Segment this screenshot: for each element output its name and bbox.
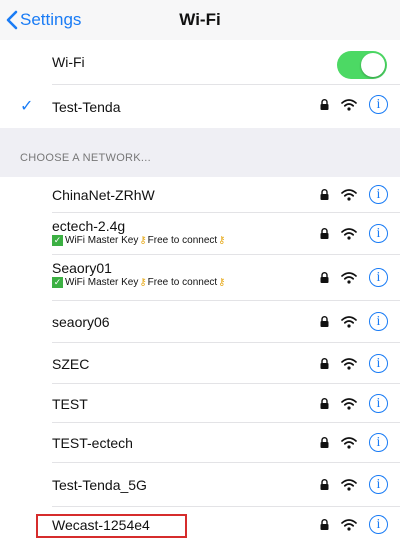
key-icon: ⚷	[139, 277, 147, 288]
lock-icon	[320, 519, 329, 530]
network-row[interactable]: Test-Tenda_5G i	[0, 463, 400, 507]
wifi-signal-icon	[341, 397, 357, 410]
checkmark-icon: ✓	[20, 98, 34, 115]
network-row[interactable]: Seaory01 ✓ WiFi Master Key ⚷ Free to connect…	[0, 255, 400, 301]
subtitle-text: Free to connect	[147, 277, 218, 288]
wifi-signal-icon	[341, 436, 357, 449]
wifi-toggle-switch[interactable]	[337, 51, 387, 79]
toggle-knob	[361, 53, 385, 77]
network-row[interactable]: TEST-ectech i	[0, 423, 400, 463]
network-name: Test-Tenda	[52, 99, 121, 115]
info-icon[interactable]: i	[369, 394, 388, 413]
wifi-signal-icon	[341, 518, 357, 531]
highlight-box	[36, 514, 187, 538]
lock-icon	[320, 358, 329, 369]
lock-icon	[320, 437, 329, 448]
info-icon[interactable]: i	[369, 224, 388, 243]
key-icon: ⚷	[218, 277, 226, 288]
network-name: ectech-2.4g	[52, 218, 126, 234]
wifi-signal-icon	[341, 271, 357, 284]
network-name: ChinaNet-ZRhW	[52, 187, 155, 203]
navigation-bar: Settings Wi-Fi	[0, 0, 400, 40]
info-icon[interactable]: i	[369, 268, 388, 287]
subtitle-text: Free to connect	[147, 235, 218, 246]
info-icon[interactable]: i	[369, 312, 388, 331]
info-icon[interactable]: i	[369, 354, 388, 373]
back-button[interactable]: Settings	[6, 8, 81, 32]
info-icon[interactable]: i	[369, 95, 388, 114]
wifi-signal-icon	[341, 188, 357, 201]
info-icon[interactable]: i	[369, 515, 388, 534]
lock-icon	[320, 398, 329, 409]
back-button-label: Settings	[20, 10, 82, 29]
lock-icon	[320, 272, 329, 283]
info-icon[interactable]: i	[369, 433, 388, 452]
wifi-signal-icon	[341, 478, 357, 491]
lock-icon	[320, 228, 329, 239]
connected-network-row[interactable]: ✓ Test-Tenda i	[0, 85, 400, 128]
info-icon[interactable]: i	[369, 185, 388, 204]
network-name: seaory06	[52, 314, 110, 330]
chevron-left-icon	[6, 10, 18, 30]
info-icon[interactable]: i	[369, 475, 388, 494]
wifi-signal-icon	[341, 227, 357, 240]
section-header: CHOOSE A NETWORK...	[20, 152, 151, 164]
network-row[interactable]: SZEC i	[0, 343, 400, 384]
lock-icon	[320, 189, 329, 200]
network-subtitle: ✓ WiFi Master Key ⚷ Free to connect ⚷	[52, 235, 226, 246]
green-check-icon: ✓	[52, 235, 63, 246]
wifi-signal-icon	[341, 315, 357, 328]
network-row[interactable]: TEST i	[0, 384, 400, 423]
lock-icon	[320, 316, 329, 327]
key-icon: ⚷	[218, 235, 226, 246]
network-row[interactable]: ChinaNet-ZRhW i	[0, 177, 400, 213]
network-name: TEST	[52, 396, 88, 412]
wifi-signal-icon	[341, 98, 357, 111]
network-row[interactable]: ectech-2.4g ✓ WiFi Master Key ⚷ Free to conn…	[0, 213, 400, 255]
network-name: Seaory01	[52, 260, 112, 276]
network-name: Test-Tenda_5G	[52, 477, 147, 493]
lock-icon	[320, 479, 329, 490]
green-check-icon: ✓	[52, 277, 63, 288]
wifi-toggle-label: Wi-Fi	[52, 54, 85, 70]
network-subtitle: ✓ WiFi Master Key ⚷ Free to connect ⚷	[52, 277, 226, 288]
network-row[interactable]: seaory06 i	[0, 301, 400, 343]
network-name: TEST-ectech	[52, 435, 133, 451]
wifi-toggle-row: Wi-Fi	[0, 40, 400, 85]
subtitle-text: WiFi Master Key	[65, 277, 139, 288]
subtitle-text: WiFi Master Key	[65, 235, 139, 246]
key-icon: ⚷	[139, 235, 147, 246]
lock-icon	[320, 99, 329, 110]
network-name: SZEC	[52, 356, 90, 372]
wifi-signal-icon	[341, 357, 357, 370]
